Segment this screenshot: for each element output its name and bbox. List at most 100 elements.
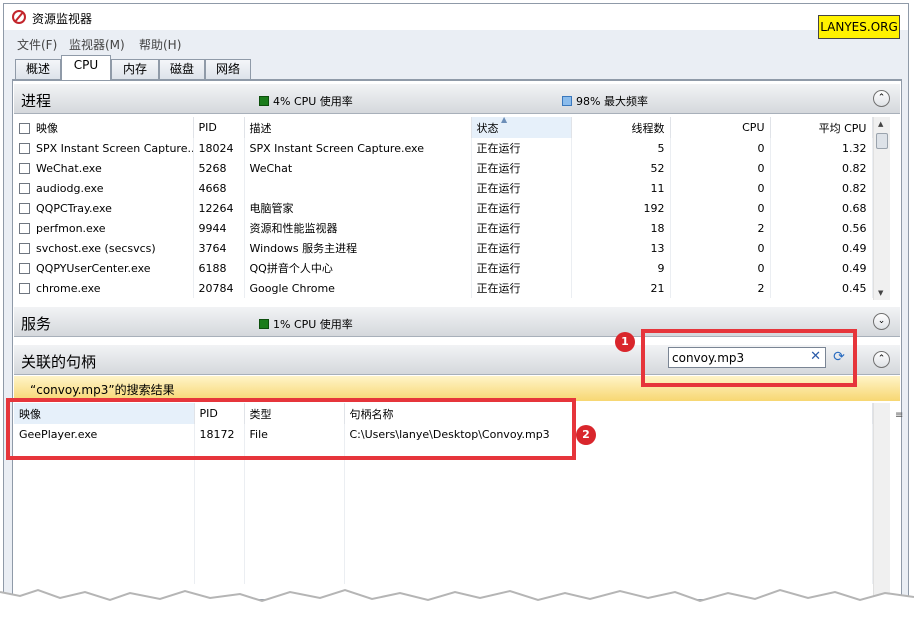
collapse-handles-button[interactable]: ⌃: [873, 351, 890, 368]
process-image-label: chrome.exe: [36, 281, 101, 295]
process-checkbox[interactable]: [19, 222, 30, 234]
menu-help[interactable]: 帮助(H): [139, 36, 181, 53]
annotation-box-result: [6, 398, 576, 460]
process-pid: 20784: [193, 278, 245, 298]
process-cpu: 2: [670, 278, 771, 298]
tab-disk[interactable]: 磁盘: [159, 59, 205, 79]
handles-scrollbar[interactable]: [873, 403, 890, 599]
splitter-grip-icon[interactable]: ≡: [895, 410, 903, 421]
process-image: WeChat.exe: [14, 158, 194, 178]
process-cpu: 0: [670, 198, 771, 218]
process-pid: 12264: [193, 198, 245, 218]
collapse-processes-button[interactable]: ⌃: [873, 90, 890, 107]
process-checkbox[interactable]: [19, 142, 30, 154]
tab-cpu[interactable]: CPU: [61, 55, 111, 80]
processes-scrollbar[interactable]: ▲ ▼: [873, 117, 890, 300]
process-image-label: WeChat.exe: [36, 161, 102, 175]
services-cpu-usage: 1% CPU 使用率: [259, 316, 353, 332]
expand-services-button[interactable]: ⌄: [873, 313, 890, 330]
process-cpu: 2: [670, 218, 771, 238]
process-cpu: 0: [670, 138, 771, 158]
table-row[interactable]: QQPCTray.exe 12264 电脑管家 正在运行 192 0 0.68: [14, 198, 873, 218]
process-pid: 5268: [193, 158, 245, 178]
scroll-down-icon[interactable]: ▼: [878, 289, 883, 297]
process-checkbox[interactable]: [19, 162, 30, 174]
process-average-cpu: 1.32: [770, 138, 873, 158]
col-image[interactable]: 映像: [14, 117, 194, 138]
process-image-label: audiodg.exe: [36, 181, 104, 195]
table-row[interactable]: WeChat.exe 5268 WeChat 正在运行 52 0 0.82: [14, 158, 873, 178]
process-image: chrome.exe: [14, 278, 194, 298]
process-cpu: 0: [670, 158, 771, 178]
process-status: 正在运行: [471, 278, 572, 298]
cpu-usage-indicator-icon: [259, 96, 269, 106]
processes-section-header[interactable]: 进程 4% CPU 使用率 98% 最大频率 ⌃: [14, 84, 900, 114]
process-description: SPX Instant Screen Capture.exe: [244, 138, 472, 158]
col-cpu[interactable]: CPU: [670, 117, 771, 138]
table-row[interactable]: svchost.exe (secsvcs) 3764 Windows 服务主进程 正在…: [14, 238, 873, 258]
process-status: 正在运行: [471, 218, 572, 238]
table-row[interactable]: perfmon.exe 9944 资源和性能监视器 正在运行 18 2 0.56: [14, 218, 873, 238]
torn-edge-decoration: [0, 588, 914, 641]
col-status[interactable]: 状态: [471, 117, 572, 138]
process-threads: 9: [571, 258, 671, 278]
table-row[interactable]: chrome.exe 20784 Google Chrome 正在运行 21 2 0.45: [14, 278, 873, 298]
process-description: 资源和性能监视器: [244, 218, 472, 238]
table-row[interactable]: audiodg.exe 4668 正在运行 11 0 0.82: [14, 178, 873, 198]
process-status: 正在运行: [471, 178, 572, 198]
services-cpu-usage-text: 1% CPU 使用率: [273, 318, 353, 331]
process-description: Windows 服务主进程: [244, 238, 472, 258]
empty-handle-rows: [14, 444, 873, 584]
process-status: 正在运行: [471, 198, 572, 218]
process-checkbox[interactable]: [19, 182, 30, 194]
process-status: 正在运行: [471, 258, 572, 278]
col-pid[interactable]: PID: [193, 117, 245, 138]
processes-max-frequency: 98% 最大频率: [562, 93, 648, 109]
watermark-label: LANYES.ORG: [818, 15, 900, 39]
process-image: QQPYUserCenter.exe: [14, 258, 194, 278]
annotation-badge-1: 1: [615, 332, 635, 352]
select-all-checkbox[interactable]: [19, 122, 30, 134]
process-cpu: 0: [670, 238, 771, 258]
process-checkbox[interactable]: [19, 242, 30, 254]
process-threads: 21: [571, 278, 671, 298]
process-average-cpu: 0.82: [770, 158, 873, 178]
tab-memory[interactable]: 内存: [111, 59, 159, 79]
process-image: svchost.exe (secsvcs): [14, 238, 194, 258]
process-average-cpu: 0.45: [770, 278, 873, 298]
scroll-up-icon[interactable]: ▲: [878, 120, 883, 128]
process-checkbox[interactable]: [19, 202, 30, 214]
process-image-label: SPX Instant Screen Capture....: [36, 141, 193, 155]
process-threads: 11: [571, 178, 671, 198]
search-results-label: “convoy.mp3”的搜索结果: [30, 383, 175, 397]
menu-file[interactable]: 文件(F): [17, 36, 57, 53]
col-threads[interactable]: 线程数: [571, 117, 671, 138]
max-frequency-indicator-icon: [562, 96, 572, 106]
sort-ascending-icon: ▲: [501, 115, 508, 124]
col-image-label: 映像: [36, 121, 58, 135]
process-image: audiodg.exe: [14, 178, 194, 198]
col-average-cpu[interactable]: 平均 CPU: [770, 117, 873, 138]
process-description: 电脑管家: [244, 198, 472, 218]
table-row[interactable]: QQPYUserCenter.exe 6188 QQ拼音个人中心 正在运行 9 0 0.49: [14, 258, 873, 278]
processes-scrollbar-thumb[interactable]: [876, 133, 888, 149]
process-pid: 9944: [193, 218, 245, 238]
services-title: 服务: [21, 315, 52, 333]
process-threads: 5: [571, 138, 671, 158]
window-title: 资源监视器: [32, 12, 93, 26]
process-pid: 4668: [193, 178, 245, 198]
process-average-cpu: 0.49: [770, 258, 873, 278]
process-average-cpu: 0.49: [770, 238, 873, 258]
process-checkbox[interactable]: [19, 262, 30, 274]
tab-network[interactable]: 网络: [205, 59, 251, 79]
table-row[interactable]: SPX Instant Screen Capture.... 18024 SPX I…: [14, 138, 873, 158]
col-description[interactable]: 描述: [244, 117, 472, 138]
process-threads: 13: [571, 238, 671, 258]
process-checkbox[interactable]: [19, 282, 30, 294]
process-threads: 192: [571, 198, 671, 218]
process-pid: 6188: [193, 258, 245, 278]
process-image-label: QQPCTray.exe: [36, 201, 112, 215]
menu-monitor[interactable]: 监视器(M): [69, 36, 125, 53]
process-status: 正在运行: [471, 138, 572, 158]
tab-overview[interactable]: 概述: [15, 59, 61, 79]
